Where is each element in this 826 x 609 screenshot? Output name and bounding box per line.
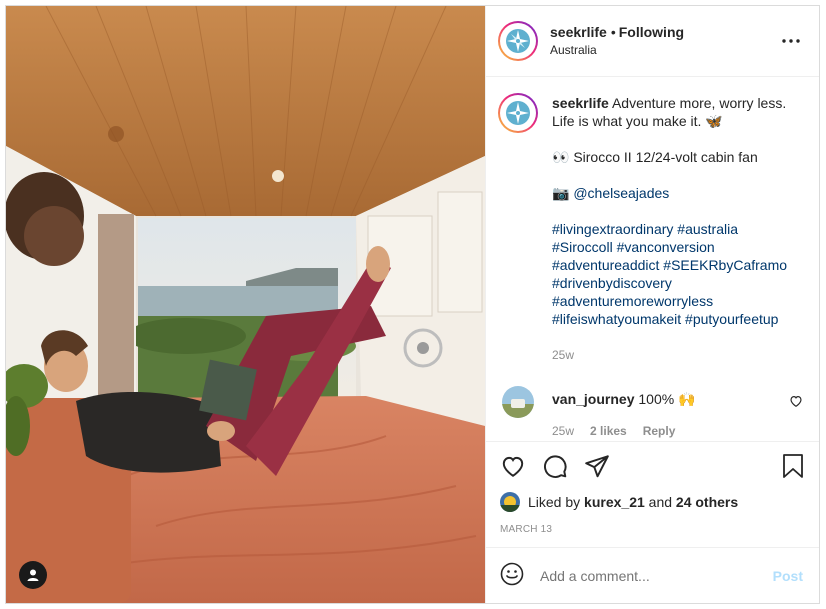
commenter-username[interactable]: van_journey (552, 391, 634, 407)
caption-username[interactable]: seekrlife (552, 95, 609, 111)
bookmark-icon[interactable] (781, 453, 805, 482)
reply-button[interactable]: Reply (643, 422, 676, 440)
comments-section: seekrlife Adventure more, worry less. Li… (486, 77, 819, 441)
following-button[interactable]: Following (619, 24, 684, 40)
compass-logo-icon (506, 29, 530, 53)
commenter-avatar[interactable] (502, 386, 534, 418)
caption-product: 👀 Sirocco II 12/24-volt cabin fan (552, 149, 758, 165)
comment-item: van_journey 100% 🙌 25w 2 likes Reply (498, 386, 803, 440)
header-username[interactable]: seekrlife (550, 24, 607, 40)
post-side-panel: seekrlife • Following Australia seekrlif… (485, 6, 819, 603)
comment-icon[interactable] (542, 453, 568, 482)
van-interior-image (6, 6, 485, 603)
separator-dot: • (610, 24, 616, 40)
comment-like-heart-icon[interactable] (789, 394, 803, 411)
post-date[interactable]: MARCH 13 (500, 524, 805, 547)
location-link[interactable]: Australia (550, 41, 779, 59)
share-icon[interactable] (584, 453, 610, 482)
tagged-user-icon[interactable] (19, 561, 47, 589)
credit-mention-link[interactable]: @chelseajades (573, 185, 669, 201)
instagram-post: seekrlife • Following Australia seekrlif… (5, 5, 820, 604)
caption-timestamp[interactable]: 25w (552, 346, 787, 364)
add-comment-bar: Post (486, 547, 819, 603)
liker-username[interactable]: kurex_21 (584, 494, 645, 510)
hashtag-line[interactable]: #lifeiswhatyoumakeit #putyourfeetup (552, 310, 787, 328)
caption: seekrlife Adventure more, worry less. Li… (498, 93, 803, 364)
hashtag-line[interactable]: #Siroccoll #vanconversion (552, 238, 787, 256)
caption-line-1: Adventure more, worry less. (611, 95, 787, 111)
hashtag-line[interactable]: #adventuremoreworryless (552, 292, 787, 310)
hashtag-line[interactable]: #drivenbydiscovery (552, 274, 787, 292)
compass-logo-icon (506, 101, 530, 125)
likes-summary: Liked by kurex_21 and 24 others (500, 492, 805, 512)
profile-avatar[interactable] (498, 21, 538, 61)
caption-avatar[interactable] (498, 93, 538, 133)
liker-avatar[interactable] (500, 492, 520, 512)
likes-count-button[interactable]: 24 others (676, 494, 738, 510)
comment-text: 100% 🙌 (638, 391, 696, 407)
emoji-icon[interactable] (500, 562, 524, 589)
post-header: seekrlife • Following Australia (486, 6, 819, 77)
post-photo[interactable] (6, 6, 485, 603)
liked-by-conj: and (648, 494, 673, 510)
post-comment-button[interactable]: Post (773, 568, 803, 584)
camera-icon: 📷 (552, 185, 570, 201)
post-actions: Liked by kurex_21 and 24 others MARCH 13 (486, 441, 819, 547)
heart-icon[interactable] (500, 453, 526, 482)
add-comment-input[interactable] (540, 567, 773, 584)
hashtag-line[interactable]: #livingextraordinary #australia (552, 220, 787, 238)
hashtags: #livingextraordinary #australia #Sirocco… (552, 220, 787, 328)
comment-likes-button[interactable]: 2 likes (590, 422, 627, 440)
liked-by-prefix: Liked by (528, 494, 581, 510)
hashtag-line[interactable]: #adventureaddict #SEEKRbyCaframo (552, 256, 787, 274)
more-options-icon[interactable] (779, 29, 803, 53)
comment-timestamp[interactable]: 25w (552, 422, 574, 440)
caption-line-2: Life is what you make it. 🦋 (552, 113, 723, 129)
